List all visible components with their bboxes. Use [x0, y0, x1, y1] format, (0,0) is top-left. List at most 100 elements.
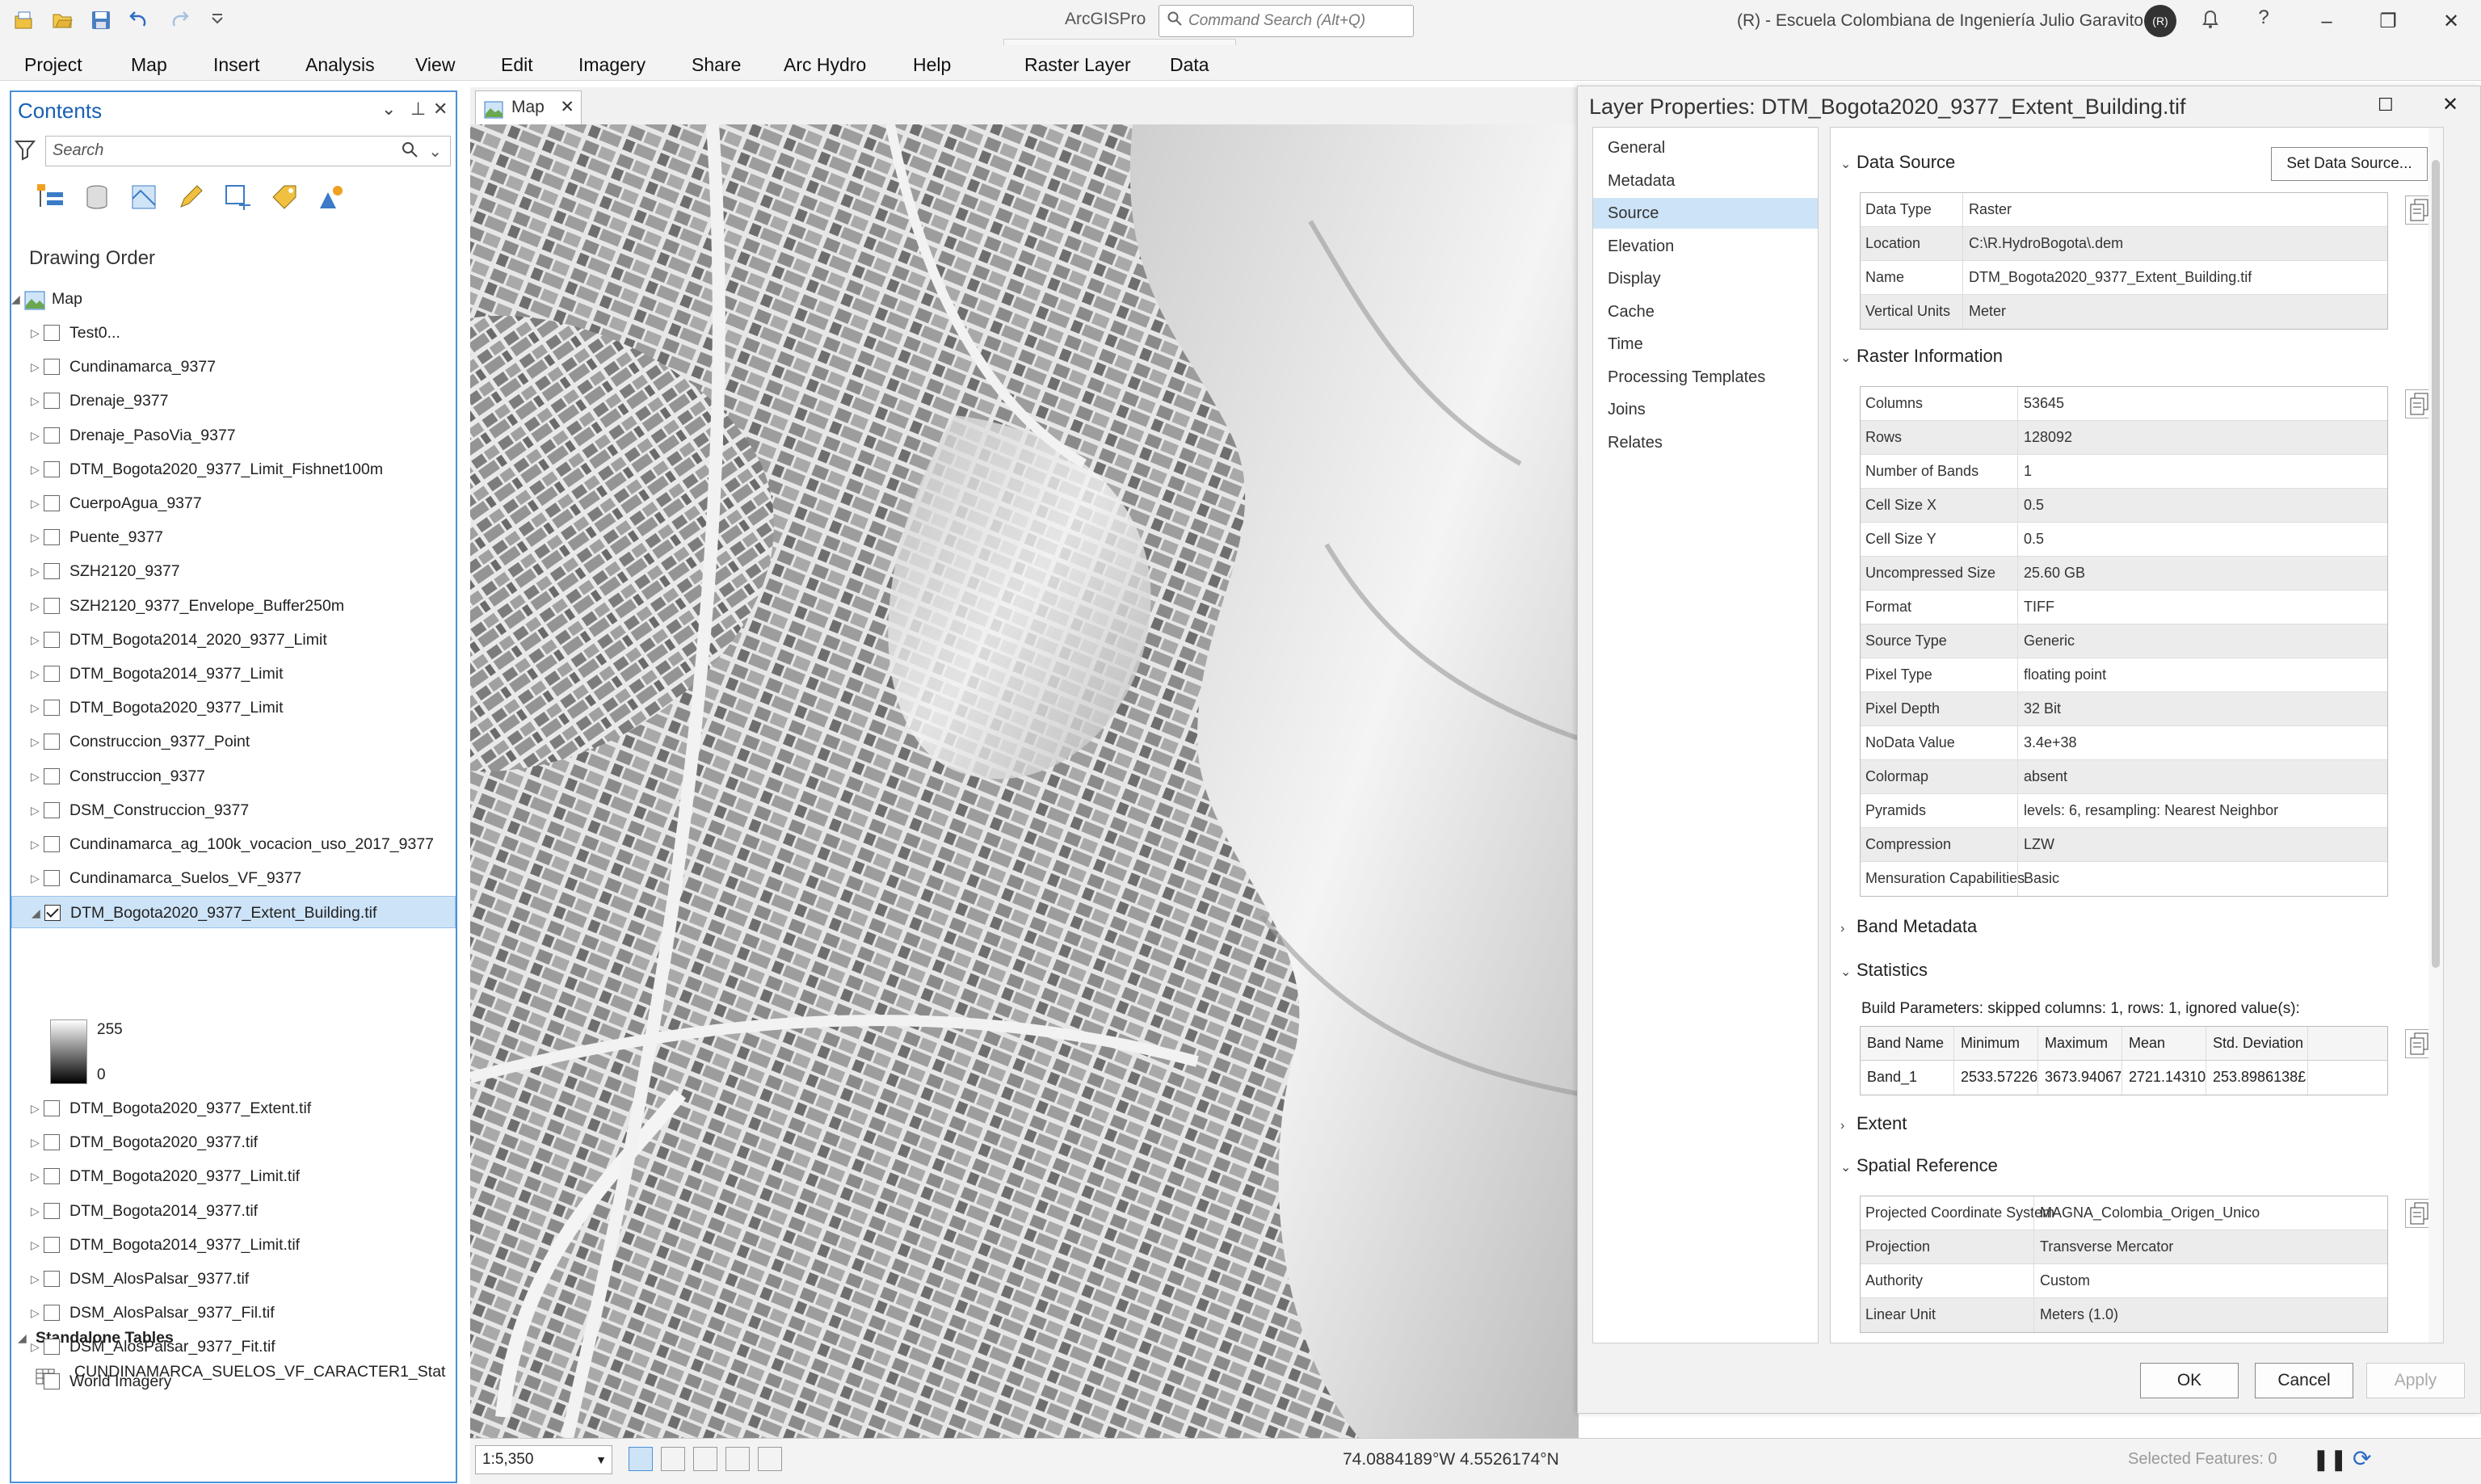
tree-item-map[interactable]: ◢ Map: [11, 283, 456, 315]
layer-item[interactable]: ▷ Drenaje_PasoVia_9377: [11, 419, 456, 452]
list-by-data-source-icon[interactable]: [82, 183, 111, 212]
refresh-icon[interactable]: ⟳: [2353, 1445, 2371, 1472]
customize-toolbar-icon[interactable]: [204, 6, 231, 34]
visibility-checkbox[interactable]: [44, 597, 60, 614]
visibility-checkbox[interactable]: [44, 767, 60, 784]
expand-triangle-icon[interactable]: ▷: [31, 658, 40, 690]
layer-item[interactable]: ▷ DSM_Construccion_9377: [11, 794, 456, 826]
layer-item[interactable]: ▷ DTM_Bogota2020_9377_Extent.tif: [11, 1092, 456, 1125]
section-raster-information[interactable]: ⌄ Raster Information: [1840, 346, 2003, 367]
visibility-checkbox[interactable]: [44, 393, 60, 410]
section-data-source[interactable]: ⌄ Data Source: [1840, 152, 1955, 173]
vertical-scrollbar[interactable]: [2428, 128, 2443, 1343]
open-project-icon[interactable]: [48, 6, 76, 34]
expand-triangle-icon[interactable]: ▷: [31, 419, 40, 452]
save-icon[interactable]: [87, 6, 115, 34]
menu-view[interactable]: View: [415, 50, 455, 79]
menu-arc-hydro[interactable]: Arc Hydro: [784, 50, 866, 79]
nav-item-joins[interactable]: Joins: [1593, 394, 1818, 425]
scale-selector[interactable]: 1:5,350 ▼: [475, 1445, 612, 1474]
maximize-icon[interactable]: ☐: [2378, 95, 2394, 116]
cancel-button[interactable]: Cancel: [2255, 1363, 2353, 1398]
layer-item[interactable]: ▷ DTM_Bogota2020_9377.tif: [11, 1126, 456, 1158]
menu-insert[interactable]: Insert: [213, 50, 260, 79]
column-header[interactable]: Minimum: [1954, 1027, 2038, 1060]
visibility-checkbox[interactable]: [44, 460, 60, 477]
expand-triangle-icon[interactable]: ▷: [31, 828, 40, 860]
expand-triangle-icon[interactable]: ▷: [31, 555, 40, 587]
layer-item[interactable]: ▷ DTM_Bogota2014_9377.tif: [11, 1195, 456, 1227]
expand-triangle-icon[interactable]: ▷: [31, 521, 40, 553]
visibility-checkbox[interactable]: [44, 1100, 60, 1116]
layer-item[interactable]: ▷ Construccion_9377: [11, 760, 456, 792]
layer-item[interactable]: ▷ DTM_Bogota2020_9377_Limit_Fishnet100m: [11, 453, 456, 486]
expand-triangle-icon[interactable]: ▷: [31, 692, 40, 724]
list-by-perspective-imagery-icon[interactable]: [317, 183, 346, 212]
nav-item-processing-templates[interactable]: Processing Templates: [1593, 362, 1818, 393]
map-view-hillshade[interactable]: [470, 124, 1579, 1438]
filter-icon[interactable]: [14, 139, 39, 163]
layer-item[interactable]: ◢ DTM_Bogota2020_9377_Extent_Building.tif: [11, 896, 456, 929]
close-window-icon[interactable]: ✕: [2427, 3, 2475, 40]
section-band-metadata[interactable]: › Band Metadata: [1840, 916, 1977, 937]
layer-item[interactable]: ▷ DSM_AlosPalsar_9377_Fil.tif: [11, 1297, 456, 1329]
expand-triangle-icon[interactable]: ▷: [31, 590, 40, 622]
visibility-checkbox[interactable]: [44, 325, 60, 341]
list-by-editing-icon[interactable]: [176, 183, 205, 212]
expand-triangle-icon[interactable]: ▷: [31, 862, 40, 894]
visibility-checkbox[interactable]: [44, 427, 60, 444]
expand-triangle-icon[interactable]: ▷: [31, 1297, 40, 1329]
expand-triangle-icon[interactable]: ▷: [31, 760, 40, 792]
list-by-selection-icon[interactable]: [129, 183, 158, 212]
expand-triangle-icon[interactable]: ▷: [31, 385, 40, 417]
visibility-checkbox[interactable]: [44, 495, 60, 511]
nav-item-general[interactable]: General: [1593, 132, 1818, 163]
column-header[interactable]: Maximum: [2038, 1027, 2122, 1060]
ok-button[interactable]: OK: [2140, 1363, 2239, 1398]
pin-icon[interactable]: ⊥: [410, 99, 426, 120]
restore-icon[interactable]: ❐: [2364, 3, 2412, 40]
expand-triangle-icon[interactable]: ▷: [31, 1160, 40, 1192]
visibility-checkbox[interactable]: [44, 801, 60, 818]
menu-imagery[interactable]: Imagery: [578, 50, 645, 79]
menu-raster-layer[interactable]: Raster Layer: [1024, 50, 1131, 79]
snapping-icon[interactable]: [693, 1447, 717, 1471]
contents-search-input[interactable]: Search ⌄: [45, 136, 451, 166]
section-spatial-reference[interactable]: ⌄ Spatial Reference: [1840, 1155, 1998, 1176]
nav-item-elevation[interactable]: Elevation: [1593, 231, 1818, 262]
layer-item[interactable]: ▷ DTM_Bogota2020_9377_Limit: [11, 692, 456, 724]
visibility-checkbox[interactable]: [44, 1134, 60, 1151]
visibility-checkbox[interactable]: [44, 836, 60, 852]
list-by-snapping-icon[interactable]: [223, 183, 252, 212]
close-tab-icon[interactable]: ✕: [560, 91, 574, 124]
list-by-drawing-order-icon[interactable]: [36, 183, 65, 212]
layer-item[interactable]: ▷ Construccion_9377_Point: [11, 725, 456, 758]
visibility-checkbox[interactable]: [44, 734, 60, 750]
menu-data[interactable]: Data: [1170, 50, 1209, 79]
layer-item[interactable]: ▷ DTM_Bogota2014_9377_Limit.tif: [11, 1229, 456, 1261]
visibility-checkbox[interactable]: [44, 666, 60, 682]
undo-icon[interactable]: [126, 6, 153, 34]
visibility-checkbox[interactable]: [44, 1373, 60, 1389]
layer-item[interactable]: ▷ SZH2120_9377_Envelope_Buffer250m: [11, 590, 456, 622]
minimize-icon[interactable]: –: [2302, 3, 2351, 40]
layer-item[interactable]: ▷ Cundinamarca_Suelos_VF_9377: [11, 862, 456, 894]
layer-item[interactable]: ▷ DTM_Bogota2014_9377_Limit: [11, 658, 456, 690]
redo-icon[interactable]: [165, 6, 192, 34]
column-header[interactable]: Band Name: [1861, 1027, 1954, 1060]
visibility-checkbox[interactable]: [44, 1305, 60, 1322]
expand-triangle-icon[interactable]: ▷: [31, 1229, 40, 1261]
collapse-triangle-icon[interactable]: ◢: [32, 897, 40, 929]
visibility-checkbox[interactable]: [44, 1271, 60, 1287]
visibility-checkbox[interactable]: [44, 563, 60, 580]
expand-triangle-icon[interactable]: ▷: [31, 1092, 40, 1125]
layer-item[interactable]: ▷ Drenaje_9377: [11, 385, 456, 417]
layer-item[interactable]: ▷ Cundinamarca_ag_100k_vocacion_uso_2017_…: [11, 828, 456, 860]
expand-triangle-icon[interactable]: ▷: [31, 624, 40, 656]
layer-item[interactable]: ▷ Puente_9377: [11, 521, 456, 553]
nav-item-metadata[interactable]: Metadata: [1593, 166, 1818, 196]
visibility-checkbox[interactable]: [44, 905, 61, 922]
command-search-input[interactable]: Command Search (Alt+Q): [1159, 5, 1414, 37]
set-data-source-button[interactable]: Set Data Source...: [2271, 147, 2428, 181]
expand-triangle-icon[interactable]: ▷: [31, 1126, 40, 1158]
